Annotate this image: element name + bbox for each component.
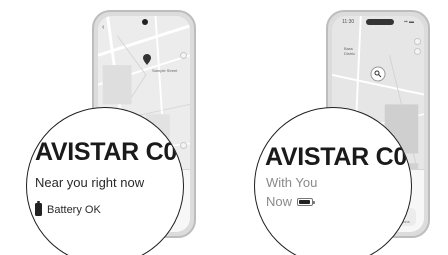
location-status: Near you right now [35, 175, 145, 190]
map-layers-button[interactable] [180, 52, 187, 59]
back-arrow-icon[interactable]: ‹ [102, 24, 104, 31]
map-street-label: Sample Street [152, 68, 178, 73]
map-layers-button[interactable] [414, 38, 421, 45]
key-marker-icon[interactable] [370, 66, 386, 87]
location-status-line1: With You [266, 175, 318, 190]
magnifier-callout: AVISTAR C0 Near you right now Battery OK [26, 107, 184, 255]
map-district-label: Distric [344, 51, 356, 56]
magnifier-callout: AVISTAR C0 With You Now [254, 107, 412, 255]
location-status-line2: Now [266, 194, 293, 209]
battery-status: Battery OK [47, 203, 101, 216]
right-panel: 11:30 ▪▪ ▬ Bass Distric Directions AVIST… [224, 0, 448, 255]
battery-vertical-icon [35, 201, 42, 216]
dynamic-island [366, 19, 394, 25]
status-icons: ▪▪ ▬ [404, 19, 414, 25]
location-status-row: Now [266, 194, 316, 209]
battery-row: Battery OK [35, 201, 101, 216]
device-name: AVISTAR C0 [35, 138, 177, 166]
recenter-button[interactable] [180, 142, 187, 149]
device-name: AVISTAR C0 [265, 143, 407, 171]
left-panel: ‹ Sample Street AVISTAR C0 Near you righ… [0, 0, 224, 255]
compass-button[interactable] [414, 48, 421, 55]
status-time: 11:30 [342, 19, 355, 25]
camera-dot [142, 19, 148, 25]
location-pin-icon[interactable] [142, 52, 152, 70]
battery-horizontal-icon [297, 197, 316, 206]
